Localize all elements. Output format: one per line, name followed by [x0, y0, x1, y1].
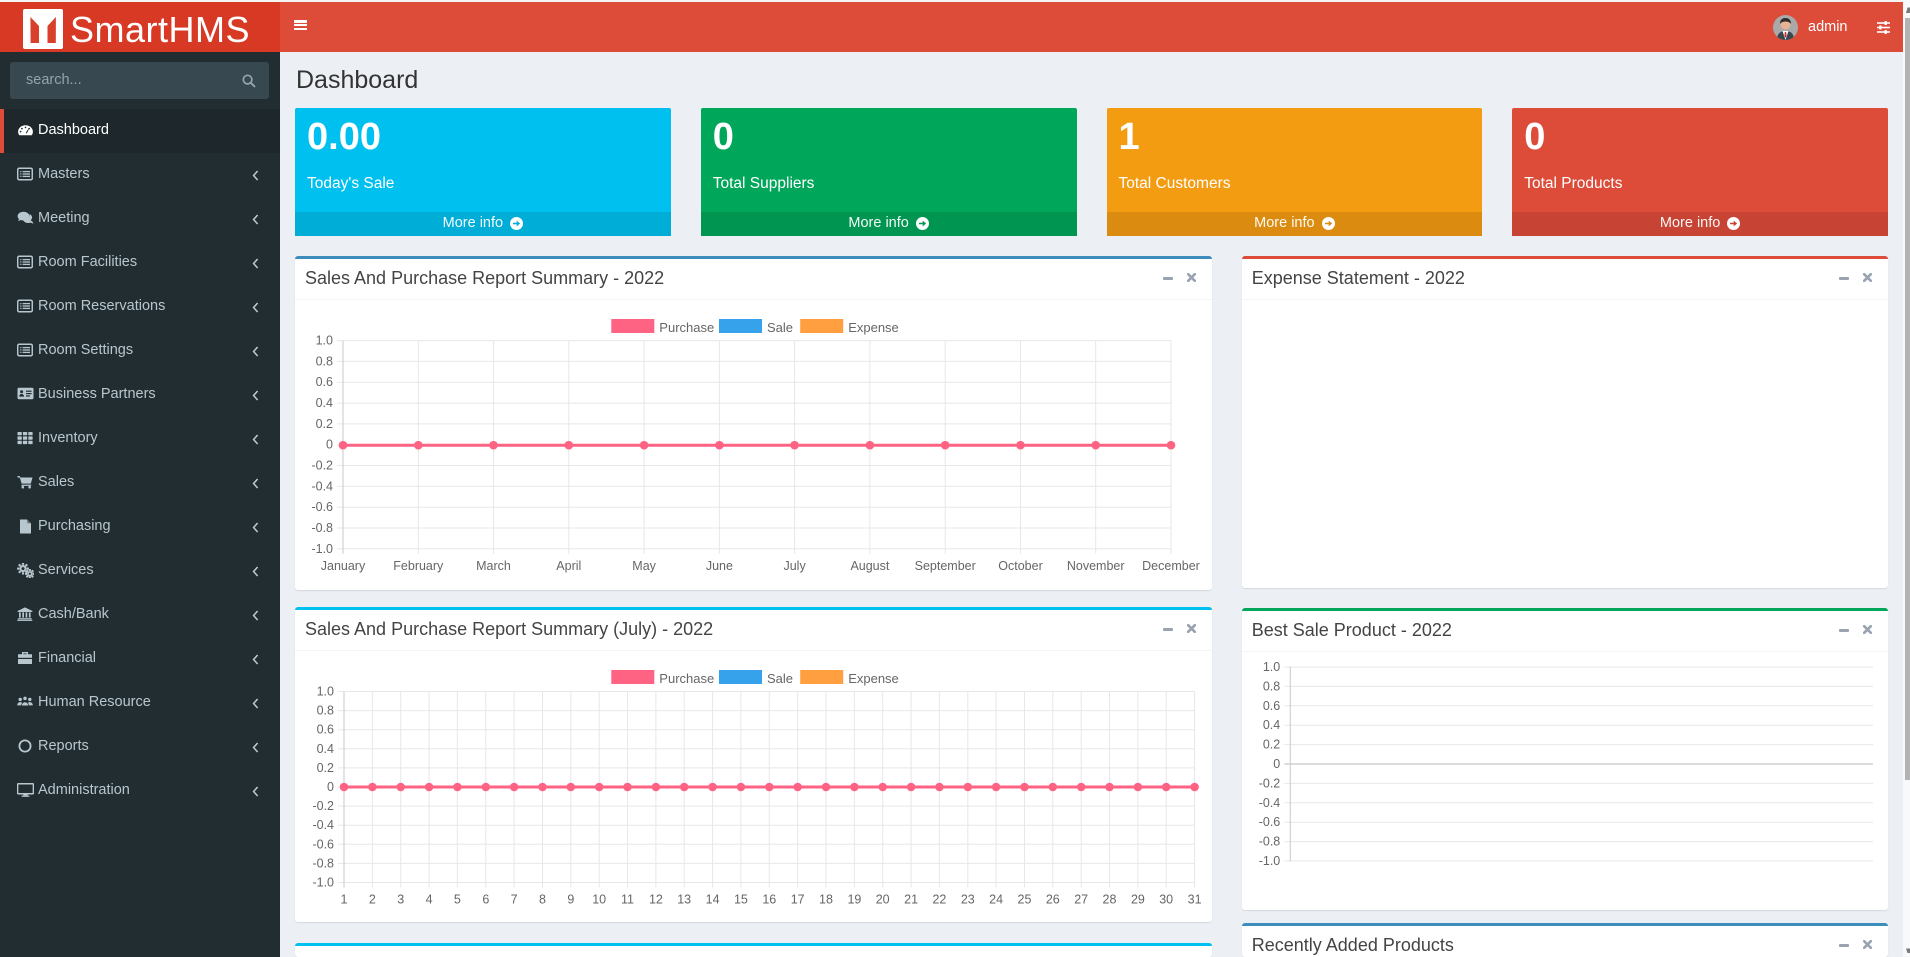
svg-text:-0.2: -0.2 [312, 799, 334, 813]
svg-text:April: April [556, 559, 581, 573]
svg-text:23: 23 [961, 893, 975, 907]
svg-text:13: 13 [677, 893, 691, 907]
svg-text:10: 10 [592, 893, 606, 907]
svg-text:0.4: 0.4 [1263, 718, 1280, 732]
svg-text:0.6: 0.6 [316, 375, 333, 389]
svg-text:0.2: 0.2 [317, 761, 334, 775]
svg-text:-0.8: -0.8 [312, 856, 334, 870]
svg-text:-1.0: -1.0 [312, 876, 334, 890]
svg-text:7: 7 [511, 893, 518, 907]
svg-text:9: 9 [567, 893, 574, 907]
svg-text:0.8: 0.8 [1263, 679, 1280, 693]
svg-text:Expense: Expense [848, 671, 899, 686]
svg-text:25: 25 [1018, 893, 1032, 907]
svg-text:1.0: 1.0 [317, 685, 334, 699]
svg-text:0: 0 [326, 438, 333, 452]
svg-text:-0.6: -0.6 [311, 500, 333, 514]
svg-text:11: 11 [621, 893, 634, 907]
svg-text:2: 2 [369, 893, 376, 907]
svg-text:16: 16 [762, 893, 776, 907]
svg-text:28: 28 [1103, 893, 1117, 907]
svg-text:January: January [321, 559, 366, 573]
svg-text:Sale: Sale [767, 671, 793, 686]
svg-text:12: 12 [649, 893, 663, 907]
svg-text:0: 0 [1273, 757, 1280, 771]
svg-text:0: 0 [327, 780, 334, 794]
svg-text:-0.6: -0.6 [312, 837, 334, 851]
svg-text:31: 31 [1188, 893, 1202, 907]
svg-text:July: July [783, 559, 806, 573]
svg-text:-0.4: -0.4 [1258, 796, 1280, 810]
svg-text:30: 30 [1159, 893, 1173, 907]
svg-text:1: 1 [341, 893, 348, 907]
svg-text:22: 22 [932, 893, 946, 907]
svg-text:1.0: 1.0 [316, 334, 333, 348]
svg-text:0.4: 0.4 [317, 742, 334, 756]
svg-text:March: March [476, 559, 511, 573]
svg-text:1.0: 1.0 [1263, 660, 1280, 674]
svg-text:-0.2: -0.2 [1258, 776, 1280, 790]
svg-text:5: 5 [454, 893, 461, 907]
svg-text:September: September [915, 559, 976, 573]
svg-text:0.8: 0.8 [317, 704, 334, 718]
svg-text:0.4: 0.4 [316, 396, 333, 410]
svg-text:October: October [998, 559, 1042, 573]
svg-text:4: 4 [426, 893, 433, 907]
svg-text:17: 17 [791, 893, 805, 907]
svg-text:June: June [706, 559, 733, 573]
svg-text:26: 26 [1046, 893, 1060, 907]
svg-text:0.6: 0.6 [1263, 699, 1280, 713]
svg-text:December: December [1142, 559, 1200, 573]
svg-text:21: 21 [904, 893, 918, 907]
svg-text:18: 18 [819, 893, 833, 907]
svg-text:0.2: 0.2 [316, 417, 333, 431]
svg-text:-0.8: -0.8 [1258, 835, 1280, 849]
svg-text:0.8: 0.8 [316, 354, 333, 368]
svg-text:6: 6 [482, 893, 489, 907]
svg-text:February: February [393, 559, 444, 573]
svg-text:-0.4: -0.4 [312, 818, 334, 832]
svg-text:29: 29 [1131, 893, 1145, 907]
svg-text:0.6: 0.6 [317, 723, 334, 737]
svg-text:19: 19 [847, 893, 861, 907]
svg-text:8: 8 [539, 893, 546, 907]
svg-text:14: 14 [706, 893, 720, 907]
svg-text:Purchase: Purchase [659, 671, 714, 686]
svg-text:-0.2: -0.2 [311, 459, 333, 473]
svg-text:-0.4: -0.4 [311, 479, 333, 493]
svg-text:20: 20 [876, 893, 890, 907]
svg-text:-0.6: -0.6 [1258, 815, 1280, 829]
svg-text:15: 15 [734, 893, 748, 907]
svg-text:-1.0: -1.0 [311, 542, 333, 556]
svg-text:-1.0: -1.0 [1258, 854, 1280, 868]
svg-text:27: 27 [1074, 893, 1088, 907]
svg-text:Purchase: Purchase [659, 320, 714, 335]
svg-text:August: August [850, 559, 889, 573]
svg-text:24: 24 [989, 893, 1003, 907]
svg-text:November: November [1067, 559, 1125, 573]
svg-text:Expense: Expense [848, 320, 899, 335]
svg-text:3: 3 [397, 893, 404, 907]
svg-text:0.2: 0.2 [1263, 738, 1280, 752]
svg-text:-0.8: -0.8 [311, 521, 333, 535]
svg-text:May: May [632, 559, 656, 573]
svg-text:Sale: Sale [767, 320, 793, 335]
